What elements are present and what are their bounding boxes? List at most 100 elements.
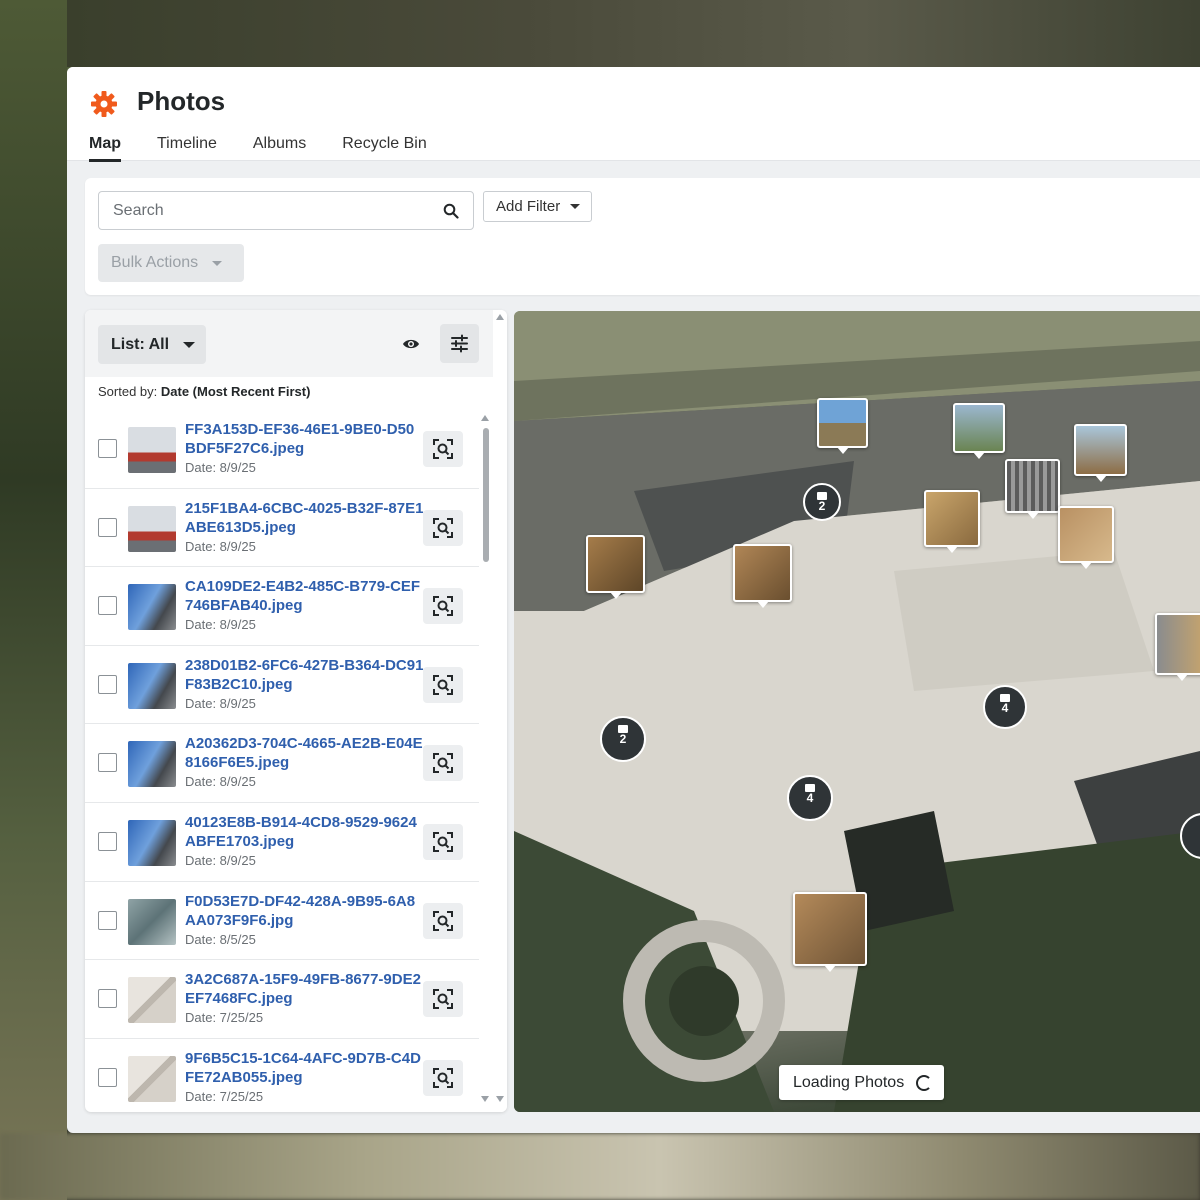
map-photo-marker[interactable] <box>1005 459 1060 519</box>
locate-photo-button[interactable] <box>423 902 463 939</box>
sort-prefix: Sorted by: <box>98 384 158 399</box>
photo-thumbnail[interactable] <box>128 977 176 1024</box>
sort-value: Date (Most Recent First) <box>160 384 311 399</box>
row-checkbox[interactable] <box>98 674 117 694</box>
photo-cluster-marker[interactable]: 4 <box>983 685 1027 729</box>
sliders-icon <box>451 334 468 353</box>
map-photo-marker[interactable] <box>733 544 792 608</box>
add-filter-label: Add Filter <box>496 198 561 215</box>
zoom-locate-icon <box>433 596 453 617</box>
list-select-label: List: All <box>111 335 170 353</box>
list-scroll-up-icon[interactable] <box>481 415 489 421</box>
panel-scrollbar[interactable] <box>493 310 507 1112</box>
loading-photos-indicator: Loading Photos <box>779 1065 944 1100</box>
row-checkbox[interactable] <box>98 831 117 851</box>
page-title: Photos <box>137 86 226 116</box>
list-item[interactable]: A20362D3-704C-4665-AE2B-E04E8166F6E5.jpe… <box>85 724 479 803</box>
photo-filename-link[interactable]: 40123E8B-B914-4CD8-9529-9624ABFE1703.jpe… <box>185 813 425 851</box>
list-scrollbar-thumb[interactable] <box>483 428 489 562</box>
map-photo-marker[interactable] <box>953 403 1005 459</box>
photo-thumbnail[interactable] <box>128 505 176 552</box>
photo-cluster-marker[interactable]: 4 <box>787 775 833 821</box>
row-checkbox[interactable] <box>98 753 117 773</box>
row-checkbox[interactable] <box>98 910 117 930</box>
tab-albums[interactable]: Albums <box>253 133 306 162</box>
locate-photo-button[interactable] <box>423 1059 463 1096</box>
locate-photo-button[interactable] <box>423 588 463 625</box>
sort-indicator: Sorted by: Date (Most Recent First) <box>98 384 310 399</box>
map-photo-marker[interactable] <box>1155 613 1200 681</box>
map-photo-marker[interactable] <box>1058 506 1114 569</box>
list-scroll-down-icon[interactable] <box>481 1096 489 1102</box>
photo-map[interactable]: 2 2 4 4 Loading Photos <box>514 311 1200 1112</box>
photo-thumbnail[interactable] <box>128 584 176 631</box>
add-filter-button[interactable]: Add Filter <box>483 191 592 222</box>
row-checkbox[interactable] <box>98 517 117 537</box>
photo-thumbnail[interactable] <box>128 427 176 473</box>
scroll-up-icon[interactable] <box>496 314 504 320</box>
loading-label: Loading Photos <box>793 1073 905 1091</box>
row-checkbox[interactable] <box>98 989 117 1009</box>
locate-photo-button[interactable] <box>423 666 463 703</box>
tab-recycle-bin[interactable]: Recycle Bin <box>342 133 426 162</box>
photo-thumbnail[interactable] <box>128 898 176 945</box>
row-checkbox[interactable] <box>98 439 117 458</box>
list-item[interactable]: F0D53E7D-DF42-428A-9B95-6A8AA073F9F6.jpg… <box>85 882 479 961</box>
photo-filename-link[interactable]: 238D01B2-6FC6-427B-B364-DC91F83B2C10.jpe… <box>185 656 425 694</box>
locate-photo-button[interactable] <box>423 745 463 782</box>
list-item[interactable]: 215F1BA4-6CBC-4025-B32F-87E1ABE613D5.jpe… <box>85 489 479 568</box>
map-photo-marker[interactable] <box>586 535 645 599</box>
photo-filename-link[interactable]: 3A2C687A-15F9-49FB-8677-9DE2EF7468FC.jpe… <box>185 970 425 1008</box>
map-photo-marker[interactable] <box>924 490 980 553</box>
background-top <box>67 0 1200 67</box>
locate-photo-button[interactable] <box>423 823 463 860</box>
locate-photo-button[interactable] <box>423 431 463 467</box>
zoom-locate-icon <box>433 517 453 538</box>
tab-map[interactable]: Map <box>89 133 121 162</box>
locate-photo-button[interactable] <box>423 509 463 546</box>
photo-thumbnail[interactable] <box>128 819 176 866</box>
photo-date: Date: 7/25/25 <box>185 1010 264 1026</box>
row-checkbox[interactable] <box>98 596 117 616</box>
photo-filename-link[interactable]: A20362D3-704C-4665-AE2B-E04E8166F6E5.jpe… <box>185 734 425 772</box>
list-select-dropdown[interactable]: List: All <box>98 325 206 364</box>
bulk-actions-button[interactable]: Bulk Actions <box>98 244 244 282</box>
locate-photo-button[interactable] <box>423 981 463 1018</box>
photo-list-panel: List: All Sorted by: Date (Most Recent F… <box>85 310 507 1112</box>
photo-thumbnail[interactable] <box>128 662 176 709</box>
photo-date: Date: 8/9/25 <box>185 617 256 633</box>
photo-date: Date: 8/9/25 <box>185 852 256 868</box>
search-icon[interactable] <box>443 203 459 219</box>
eye-icon[interactable] <box>402 337 420 351</box>
photo-filename-link[interactable]: 9F6B5C15-1C64-4AFC-9D7B-C4DFE72AB055.jpe… <box>185 1049 425 1087</box>
list-item[interactable]: CA109DE2-E4B2-485C-B779-CEF746BFAB40.jpe… <box>85 567 479 646</box>
tab-timeline[interactable]: Timeline <box>157 133 217 162</box>
photo-date: Date: 8/5/25 <box>185 931 256 947</box>
photo-cluster-marker[interactable]: 2 <box>803 483 841 521</box>
tab-bar: Map Timeline Albums Recycle Bin <box>85 133 463 162</box>
search-input[interactable] <box>111 201 435 221</box>
list-item[interactable]: FF3A153D-EF36-46E1-9BE0-D50BDF5F27C6.jpe… <box>85 410 479 489</box>
map-photo-marker[interactable] <box>793 892 867 972</box>
chevron-down-icon <box>570 204 581 209</box>
photo-date: Date: 8/9/25 <box>185 460 256 475</box>
photo-date: Date: 8/9/25 <box>185 538 256 554</box>
photo-filename-link[interactable]: CA109DE2-E4B2-485C-B779-CEF746BFAB40.jpe… <box>185 577 425 615</box>
photo-filename-link[interactable]: F0D53E7D-DF42-428A-9B95-6A8AA073F9F6.jpg <box>185 892 425 930</box>
photo-filename-link[interactable]: 215F1BA4-6CBC-4025-B32F-87E1ABE613D5.jpe… <box>185 499 425 537</box>
zoom-locate-icon <box>433 753 453 774</box>
scroll-down-icon[interactable] <box>496 1096 504 1102</box>
map-photo-marker[interactable] <box>1074 424 1127 482</box>
list-item[interactable]: 40123E8B-B914-4CD8-9529-9624ABFE1703.jpe… <box>85 803 479 882</box>
list-item[interactable]: 9F6B5C15-1C64-4AFC-9D7B-C4DFE72AB055.jpe… <box>85 1039 479 1112</box>
photo-thumbnail[interactable] <box>128 1055 176 1102</box>
photo-filename-link[interactable]: FF3A153D-EF36-46E1-9BE0-D50BDF5F27C6.jpe… <box>185 420 425 458</box>
photo-thumbnail[interactable] <box>128 741 176 788</box>
row-checkbox[interactable] <box>98 1067 117 1087</box>
list-item[interactable]: 238D01B2-6FC6-427B-B364-DC91F83B2C10.jpe… <box>85 646 479 725</box>
map-photo-marker[interactable] <box>817 398 868 454</box>
list-item[interactable]: 3A2C687A-15F9-49FB-8677-9DE2EF7468FC.jpe… <box>85 960 479 1039</box>
photo-cluster-marker[interactable]: 2 <box>600 716 646 762</box>
zoom-locate-icon <box>433 674 453 695</box>
list-settings-button[interactable] <box>440 324 479 363</box>
